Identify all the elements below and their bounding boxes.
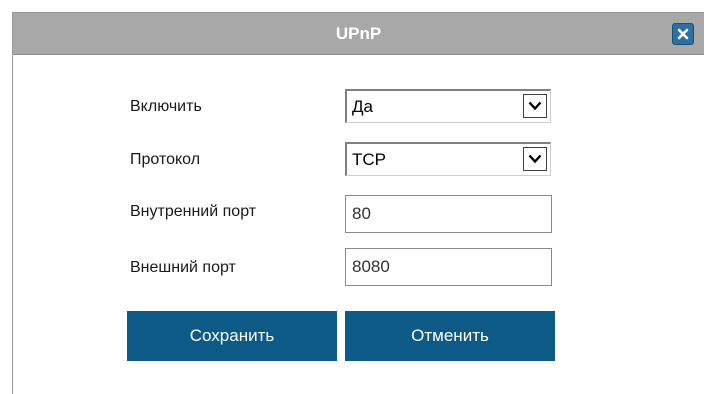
close-icon	[677, 28, 689, 40]
protocol-select[interactable]: TCP	[345, 142, 551, 176]
dialog-titlebar: UPnP	[13, 13, 704, 55]
internal-port-value: 80	[352, 204, 371, 223]
external-port-label: Внешний порт	[130, 259, 236, 276]
external-port-input[interactable]: 8080	[345, 248, 552, 286]
internal-port-label: Внутренний порт	[130, 203, 257, 220]
dialog-title: UPnP	[335, 24, 382, 43]
protocol-label: Протокол	[130, 151, 201, 168]
enable-select-value: Да	[352, 97, 373, 116]
cancel-button[interactable]: Отменить	[345, 311, 555, 361]
close-button[interactable]	[672, 23, 694, 45]
protocol-select-value: TCP	[352, 150, 386, 169]
enable-select[interactable]: Да	[345, 89, 551, 123]
external-port-value: 8080	[352, 257, 390, 276]
save-button[interactable]: Сохранить	[127, 311, 337, 361]
enable-dropdown-button[interactable]	[523, 94, 547, 118]
enable-label: Включить	[130, 98, 202, 115]
upnp-dialog: UPnP Включить Да Протокол TCP Внутренний…	[12, 12, 704, 394]
chevron-down-icon	[528, 154, 542, 164]
protocol-dropdown-button[interactable]	[523, 147, 547, 171]
internal-port-input[interactable]: 80	[345, 195, 552, 233]
chevron-down-icon	[528, 101, 542, 111]
